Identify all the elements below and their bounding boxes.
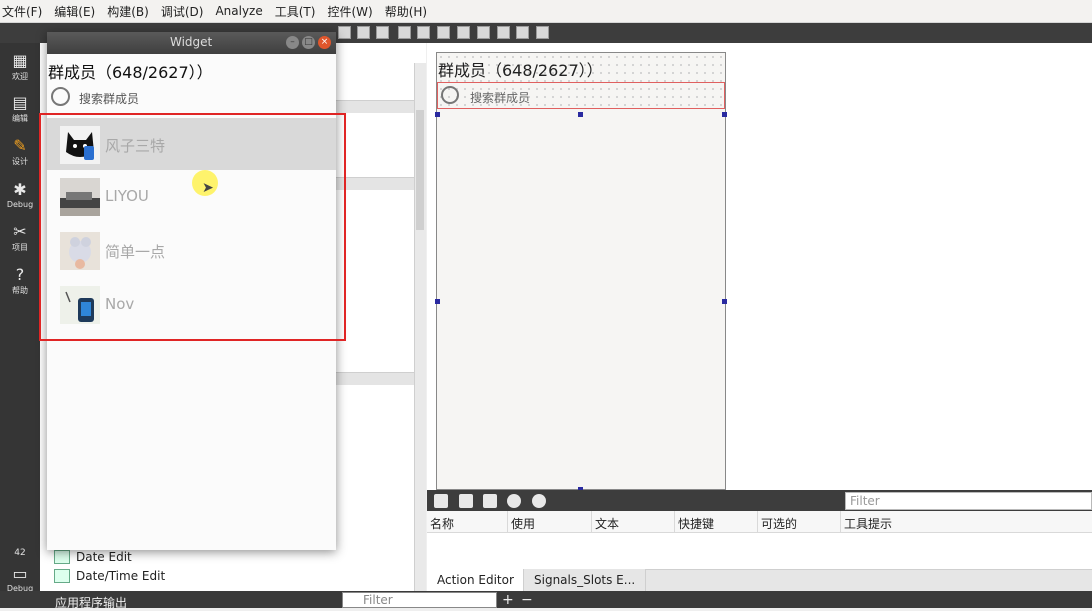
layout-icon[interactable]	[338, 26, 351, 39]
minus-icon[interactable]: −	[521, 592, 533, 608]
output-pane-bar	[0, 591, 1092, 608]
resize-handle[interactable]	[722, 112, 727, 117]
mouse-pointer-icon: ➤	[202, 180, 214, 196]
resize-handle[interactable]	[435, 112, 440, 117]
col-name[interactable]: 名称	[427, 511, 508, 532]
widget-window-title: Widget	[170, 35, 213, 49]
mode-design[interactable]: ✎ 设计	[0, 137, 40, 167]
help-icon: ?	[15, 265, 25, 284]
form-group-title[interactable]: 群成员（648/2627））	[438, 57, 603, 81]
close-icon[interactable]: ×	[318, 36, 331, 49]
group-members-title: 群成员（648/2627））	[48, 63, 213, 82]
form-search-placeholder: 搜索群成员	[470, 91, 531, 105]
pencil-icon: ✎	[13, 136, 27, 155]
layout-vsplit-icon[interactable]	[457, 26, 470, 39]
minimize-icon[interactable]: –	[286, 36, 299, 49]
menu-tools[interactable]: 工具(T)	[275, 3, 316, 20]
tab-signals-slots[interactable]: Signals_Slots E...	[523, 569, 647, 591]
maximize-icon[interactable]: □	[302, 36, 315, 49]
edit-buddies-icon[interactable]	[376, 26, 389, 39]
mode-debug[interactable]: ✱ Debug	[0, 180, 40, 210]
action-table-header: 名称 使用 文本 快捷键 可选的 工具提示	[427, 511, 1092, 533]
col-checkable[interactable]: 可选的	[758, 511, 841, 532]
plus-icon[interactable]: +	[502, 592, 514, 608]
resize-handle[interactable]	[722, 299, 727, 304]
date-edit-icon	[54, 550, 70, 564]
scrollbar-thumb[interactable]	[416, 110, 424, 230]
col-used[interactable]: 使用	[508, 511, 592, 532]
action-table-body	[427, 533, 1092, 569]
wrench-icon: ✂	[13, 222, 27, 241]
menu-file[interactable]: 文件(F)	[2, 3, 42, 20]
new-action-icon[interactable]	[434, 494, 448, 508]
designer-form[interactable]	[436, 52, 726, 490]
bug-icon: ✱	[13, 180, 27, 199]
paste-icon[interactable]	[483, 494, 497, 508]
mode-edit[interactable]: ▤ 编辑	[0, 94, 40, 124]
widget-box-item[interactable]: Date/Time Edit	[54, 569, 165, 583]
delete-icon[interactable]	[507, 494, 521, 508]
menu-edit[interactable]: 编辑(E)	[54, 3, 95, 20]
datetime-edit-icon	[54, 569, 70, 583]
layout-grid-icon[interactable]	[497, 26, 510, 39]
edit-signals-icon[interactable]	[357, 26, 370, 39]
widget-box-item[interactable]: Date Edit	[54, 550, 132, 564]
resize-handle[interactable]	[435, 299, 440, 304]
build-counter: 42	[14, 548, 26, 558]
col-tooltip[interactable]: 工具提示	[841, 511, 1092, 532]
col-shortcut[interactable]: 快捷键	[675, 511, 758, 532]
menu-help[interactable]: 帮助(H)	[385, 3, 427, 20]
layout-vertical-icon[interactable]	[417, 26, 430, 39]
menu-analyze[interactable]: Analyze	[215, 4, 262, 18]
gear-icon[interactable]	[532, 494, 546, 508]
menu-widgets[interactable]: 控件(W)	[327, 3, 372, 20]
kit-selector[interactable]: ▭ Debug	[0, 564, 40, 594]
layout-form-icon[interactable]	[477, 26, 490, 39]
layout-horizontal-icon[interactable]	[398, 26, 411, 39]
output-pane-title[interactable]: 应用程序输出	[55, 594, 127, 611]
tab-action-editor[interactable]: Action Editor	[427, 569, 524, 591]
search-icon	[51, 87, 70, 106]
action-filter-input[interactable]: Filter	[845, 492, 1092, 510]
menu-debug[interactable]: 调试(D)	[161, 3, 204, 20]
resize-handle[interactable]	[578, 112, 583, 117]
mode-projects[interactable]: ✂ 项目	[0, 223, 40, 253]
menu-bar: 文件(F) 编辑(E) 构建(B) 调试(D) Analyze 工具(T) 控件…	[0, 0, 1092, 23]
mode-help[interactable]: ? 帮助	[0, 266, 40, 296]
member-search-input[interactable]: 搜索群成员	[79, 90, 139, 107]
output-filter-input[interactable]: Filter	[342, 592, 497, 608]
mode-welcome[interactable]: ▦ 欢迎	[0, 52, 40, 82]
monitor-icon: ▭	[12, 564, 28, 583]
break-layout-icon[interactable]	[516, 26, 529, 39]
grid-icon: ▦	[12, 51, 28, 70]
layout-hsplit-icon[interactable]	[437, 26, 450, 39]
copy-icon[interactable]	[459, 494, 473, 508]
menu-build[interactable]: 构建(B)	[107, 3, 149, 20]
mode-bar: ▦ 欢迎 ▤ 编辑 ✎ 设计 ✱ Debug ✂ 项目 ? 帮助 42 ▭ De…	[0, 43, 40, 608]
col-text[interactable]: 文本	[592, 511, 675, 532]
adjust-size-icon[interactable]	[536, 26, 549, 39]
annotation-highlight-box	[39, 113, 346, 341]
document-icon: ▤	[12, 93, 28, 112]
search-icon	[441, 86, 459, 104]
